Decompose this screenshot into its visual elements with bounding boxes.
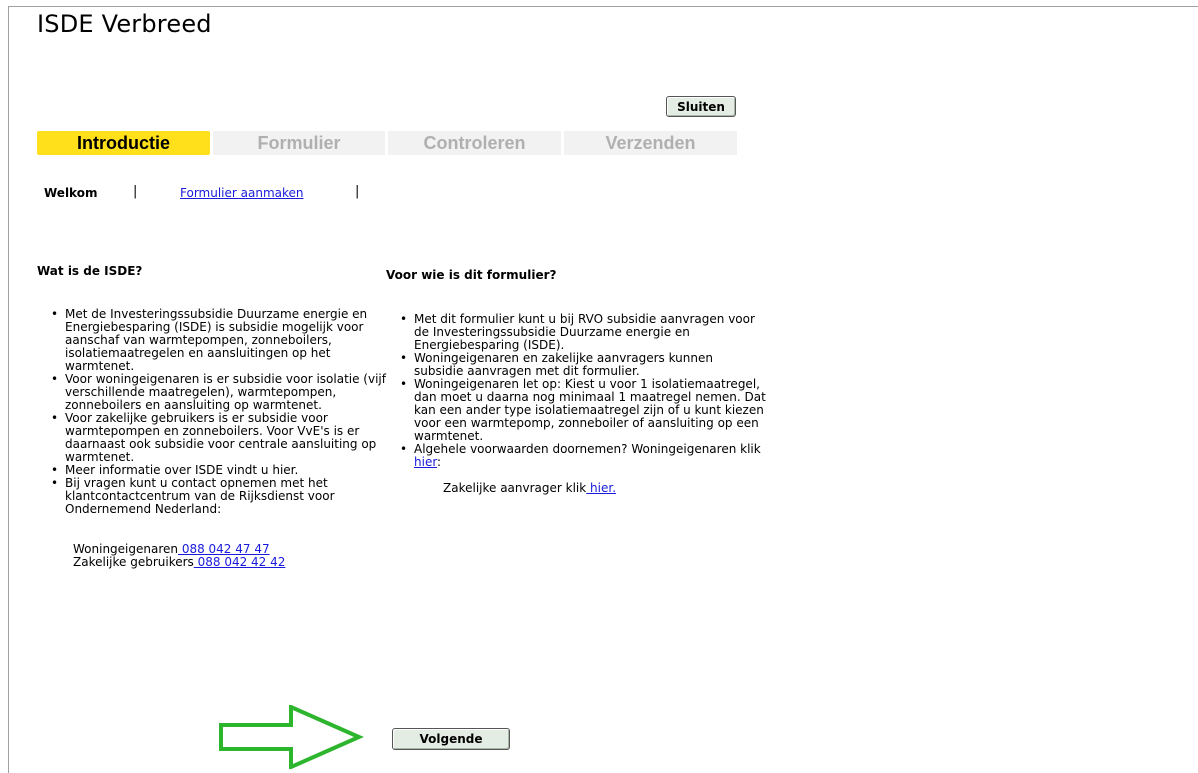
zakelijk-voorwaarden: Zakelijke aanvrager klik hier. (443, 481, 617, 495)
step-verzenden: Verzenden (564, 131, 737, 155)
bullet-icon: • (51, 372, 59, 386)
info-list: • Met de Investeringssubsidie Duurzame en… (37, 308, 387, 516)
subnav-separator: | (133, 184, 138, 199)
info-list: • Met dit formulier kunt u bij RVO subsid… (386, 313, 766, 469)
close-button[interactable]: Sluiten (666, 96, 736, 117)
bullet-icon: • (51, 411, 59, 425)
list-item: • Woningeigenaren en zakelijke aanvragers… (400, 351, 713, 378)
step-formulier: Formulier (213, 131, 385, 155)
contact-zakelijk: Zakelijke gebruikers 088 042 42 42 (73, 555, 286, 569)
bullet-icon: • (400, 351, 408, 365)
bullet-icon: • (400, 312, 408, 326)
next-button[interactable]: Volgende (392, 728, 510, 750)
list-item: • Voor zakelijke gebruikers is er subsidi… (51, 411, 377, 464)
subnav-link-formulier-aanmaken[interactable]: Formulier aanmaken (180, 186, 304, 200)
list-item: • Met dit formulier kunt u bij RVO subsid… (400, 312, 755, 352)
list-item: • Voor woningeigenaren is er subsidie voo… (51, 372, 386, 412)
voorwaarden-link-woningeigenaren[interactable]: hier (414, 455, 437, 469)
frame-top-border (8, 6, 1198, 7)
phone-link-woningeigenaren[interactable]: 088 042 47 47 (178, 542, 270, 556)
subnav-separator: | (355, 184, 360, 199)
bullet-icon: • (51, 476, 59, 490)
list-item: • Algehele voorwaarden doornemen? Woninge… (400, 442, 761, 469)
subnav-current-welkom: Welkom (44, 186, 98, 200)
section-voor-wie: Voor wie is dit formulier? • Met dit form… (386, 268, 766, 495)
step-introductie: Introductie (37, 131, 210, 155)
section-heading: Voor wie is dit formulier? (386, 268, 557, 282)
bullet-icon: • (51, 307, 59, 321)
right-arrow-outline-icon (219, 705, 364, 769)
list-item: • Bij vragen kunt u contact opnemen met h… (51, 476, 335, 516)
list-item: • Woningeigenaren let op: Kiest u voor 1 … (400, 377, 766, 443)
frame-left-border (8, 6, 9, 773)
contact-numbers: Woningeigenaren 088 042 47 47 Zakelijke … (73, 543, 387, 569)
app-title: ISDE Verbreed (37, 10, 212, 38)
phone-link-zakelijk[interactable]: 088 042 42 42 (194, 555, 286, 569)
section-wat-is-isde: Wat is de ISDE? • Met de Investeringssubs… (37, 264, 387, 569)
bullet-icon: • (400, 377, 408, 391)
voorwaarden-link-zakelijk[interactable]: hier. (586, 481, 616, 495)
list-item: • Met de Investeringssubsidie Duurzame en… (51, 307, 368, 373)
bullet-icon: • (400, 442, 408, 456)
step-controleren: Controleren (388, 131, 561, 155)
section-heading: Wat is de ISDE? (37, 264, 143, 278)
